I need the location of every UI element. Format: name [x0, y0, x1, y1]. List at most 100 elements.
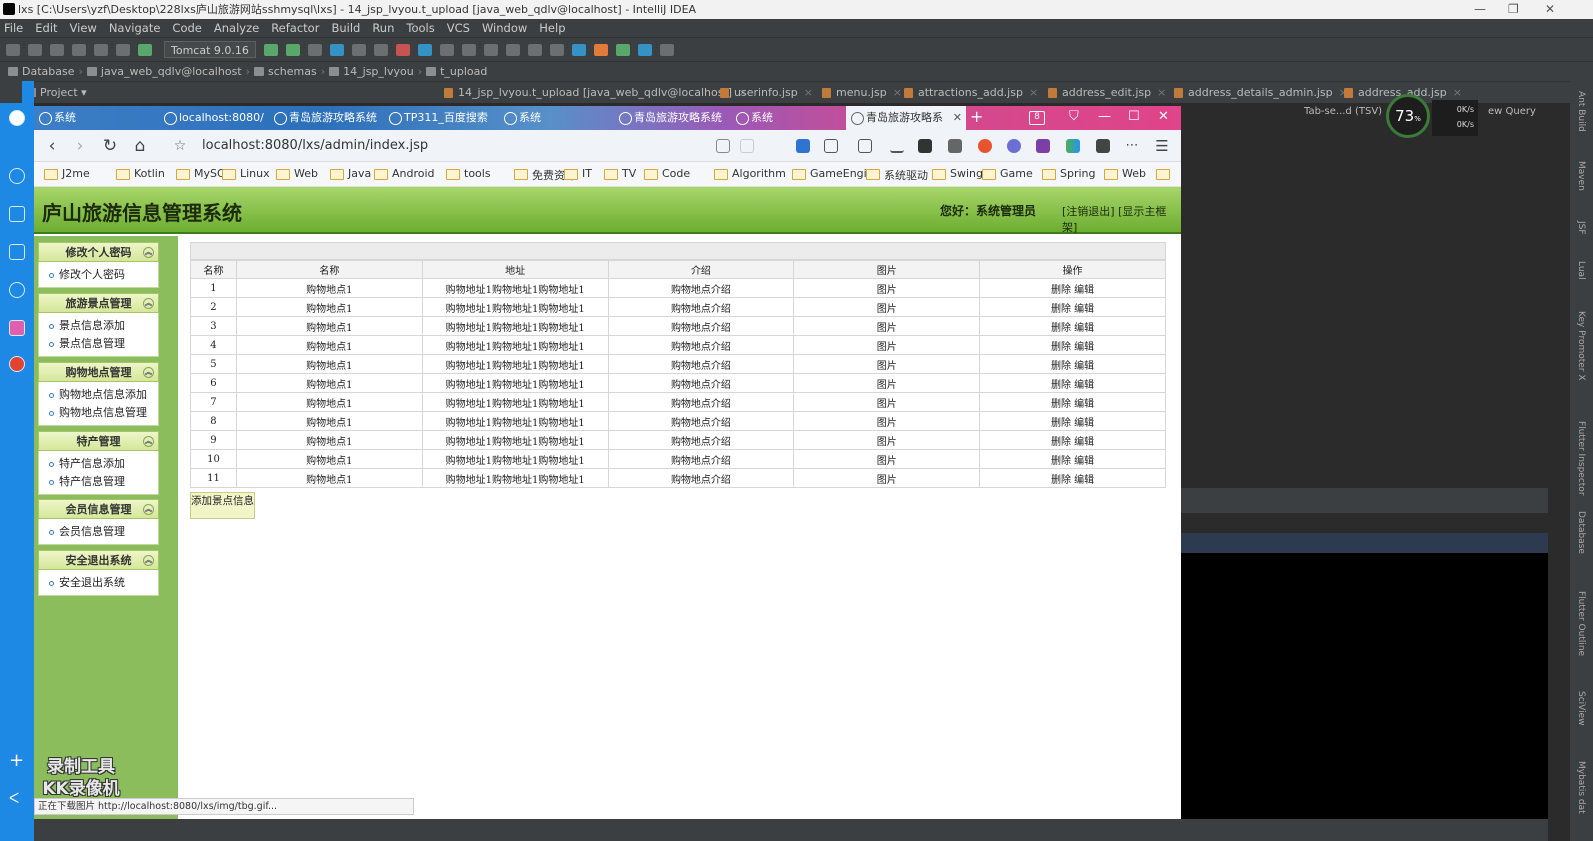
ie-mode-icon[interactable]	[716, 139, 730, 153]
project-structure-icon[interactable]	[505, 43, 520, 56]
color-icon[interactable]	[1066, 139, 1080, 153]
tool-window-label[interactable]: Mybatis dat	[1576, 761, 1586, 814]
debug-icon[interactable]	[285, 43, 300, 56]
row-actions[interactable]: 删除 编辑	[1051, 323, 1094, 334]
url-input[interactable]: localhost:8080/lxs/admin/index.jsp	[202, 138, 428, 153]
translate-icon[interactable]	[796, 139, 810, 153]
coverage-icon[interactable]	[307, 43, 322, 56]
cell-text[interactable]: 图片	[877, 380, 897, 391]
menu-group-header[interactable]: 特产管理 ︽	[38, 431, 159, 451]
settings-icon[interactable]	[461, 43, 476, 56]
bookmark-item[interactable]: Algorithm	[714, 167, 786, 180]
run-icon[interactable]	[263, 43, 278, 56]
forward-icon[interactable]: ›	[70, 136, 90, 156]
bookmark-item[interactable]: Code	[644, 167, 690, 180]
close-icon[interactable]: ×	[804, 86, 813, 99]
bookmark-item[interactable]: J2me	[44, 167, 90, 180]
layout-icon[interactable]	[659, 43, 674, 56]
tool-icon[interactable]	[417, 43, 432, 56]
cell-text[interactable]: 图片	[877, 418, 897, 429]
row-actions[interactable]: 删除 编辑	[1051, 285, 1094, 296]
more-bookmarks-icon[interactable]: »	[1156, 167, 1170, 180]
collapse-chevron-icon[interactable]: ︽	[143, 298, 154, 309]
menu-item[interactable]: Edit	[35, 21, 57, 35]
cell-text[interactable]: 图片	[877, 304, 897, 315]
cell-text[interactable]: 图片	[877, 437, 897, 448]
menu-item[interactable]: Window	[482, 21, 527, 35]
close-icon[interactable]: ×	[1157, 86, 1166, 99]
back-icon[interactable]: ‹	[42, 136, 62, 156]
stop-icon[interactable]	[395, 43, 410, 56]
undo-icon[interactable]	[824, 139, 838, 153]
update-icon[interactable]	[373, 43, 388, 56]
plugin-icon[interactable]	[593, 43, 608, 56]
tool-window-label[interactable]: Key Promoter X	[1576, 311, 1586, 381]
editor-tab[interactable]: address_details_admin.jsp ×	[1170, 82, 1348, 104]
table-cell[interactable]: 删除 编辑	[979, 373, 1166, 393]
collapse-chevron-icon[interactable]: ︽	[143, 247, 154, 258]
translate-icon[interactable]	[571, 43, 586, 56]
app-icon[interactable]	[9, 356, 25, 372]
cell-text[interactable]: 图片	[877, 456, 897, 467]
sql-icon[interactable]	[615, 43, 630, 56]
menu-item[interactable]: File	[4, 21, 23, 35]
sdk-icon[interactable]	[439, 43, 454, 56]
collapse-chevron-icon[interactable]: ︽	[143, 367, 154, 378]
row-actions[interactable]: 删除 编辑	[1051, 361, 1094, 372]
wrench-icon[interactable]	[483, 43, 498, 56]
cell-text[interactable]: 图片	[877, 399, 897, 410]
menu-item[interactable]: Help	[539, 21, 565, 35]
save-icon[interactable]	[28, 43, 42, 56]
tool-window-label[interactable]: Database	[1576, 511, 1586, 554]
row-actions[interactable]: 删除 编辑	[1051, 456, 1094, 467]
browser-tab[interactable]: TP311_百度搜索	[384, 106, 494, 130]
sidebar-item[interactable]: 景点信息添加	[49, 317, 158, 335]
weibo-icon[interactable]	[978, 139, 992, 153]
collapse-icon[interactable]: ᐸ	[9, 792, 25, 808]
restore-icon[interactable]: ❐	[1508, 0, 1519, 19]
forward-icon[interactable]	[94, 43, 108, 56]
row-actions[interactable]: 删除 编辑	[1051, 380, 1094, 391]
bookmark-item[interactable]: Kotlin	[116, 167, 165, 180]
menu-item[interactable]: Navigate	[109, 21, 161, 35]
bookmark-item[interactable]: Linux	[222, 167, 270, 180]
breadcrumb-item[interactable]: java_web_qdlv@localhost	[101, 65, 242, 78]
table-cell[interactable]: 删除 编辑	[979, 430, 1166, 450]
close-icon[interactable]: ✕	[1545, 0, 1555, 19]
table-cell[interactable]: 删除 编辑	[979, 392, 1166, 412]
tool-window-label[interactable]: JSF	[1576, 221, 1586, 235]
browser-tab[interactable]: 系统	[731, 106, 841, 130]
sidebar-item[interactable]: 修改个人密码	[49, 266, 158, 284]
run-config-select[interactable]: Tomcat 9.0.16	[164, 41, 256, 58]
back-icon[interactable]	[72, 43, 86, 56]
close-icon[interactable]: ×	[1029, 86, 1038, 99]
browser-tab[interactable]: 系统	[34, 106, 154, 130]
more-tools-icon[interactable]	[1096, 139, 1110, 153]
tool-window-label[interactable]: SciView	[1576, 691, 1586, 726]
tool-window-label[interactable]: Flutter Outline	[1576, 591, 1586, 656]
menu-item[interactable]: View	[70, 21, 97, 35]
bookmark-item[interactable]: Spring	[1042, 167, 1096, 180]
extension-icon[interactable]	[1007, 139, 1021, 153]
breadcrumb-item[interactable]: Database	[22, 65, 75, 78]
editor-tab[interactable]: attractions_add.jsp ×	[900, 82, 1038, 104]
terminal-icon[interactable]	[549, 43, 564, 56]
picture-icon[interactable]	[948, 139, 962, 153]
row-actions[interactable]: 删除 编辑	[1051, 418, 1094, 429]
table-cell[interactable]: 删除 编辑	[979, 316, 1166, 336]
menu-item[interactable]: Tools	[406, 21, 434, 35]
cell-text[interactable]: 图片	[877, 285, 897, 296]
collapse-chevron-icon[interactable]: ︽	[143, 504, 154, 515]
view-query-button[interactable]: ew Query	[1488, 106, 1536, 117]
bookmark-item[interactable]: Web	[1104, 167, 1146, 180]
tab-count-badge[interactable]: 8	[1029, 111, 1045, 125]
browser-tab[interactable]: 青岛旅游攻略系统	[614, 106, 726, 130]
star-icon[interactable]	[9, 206, 25, 222]
minimize-icon[interactable]: —	[1474, 0, 1486, 19]
menu-group-header[interactable]: 购物地点管理 ︽	[38, 362, 159, 382]
project-strip-tab[interactable]	[0, 81, 22, 103]
breadcrumb-item[interactable]: schemas	[268, 65, 317, 78]
add-icon[interactable]: +	[9, 752, 25, 770]
search-icon[interactable]	[9, 168, 25, 184]
editor-tab[interactable]: menu.jsp ×	[818, 82, 902, 104]
